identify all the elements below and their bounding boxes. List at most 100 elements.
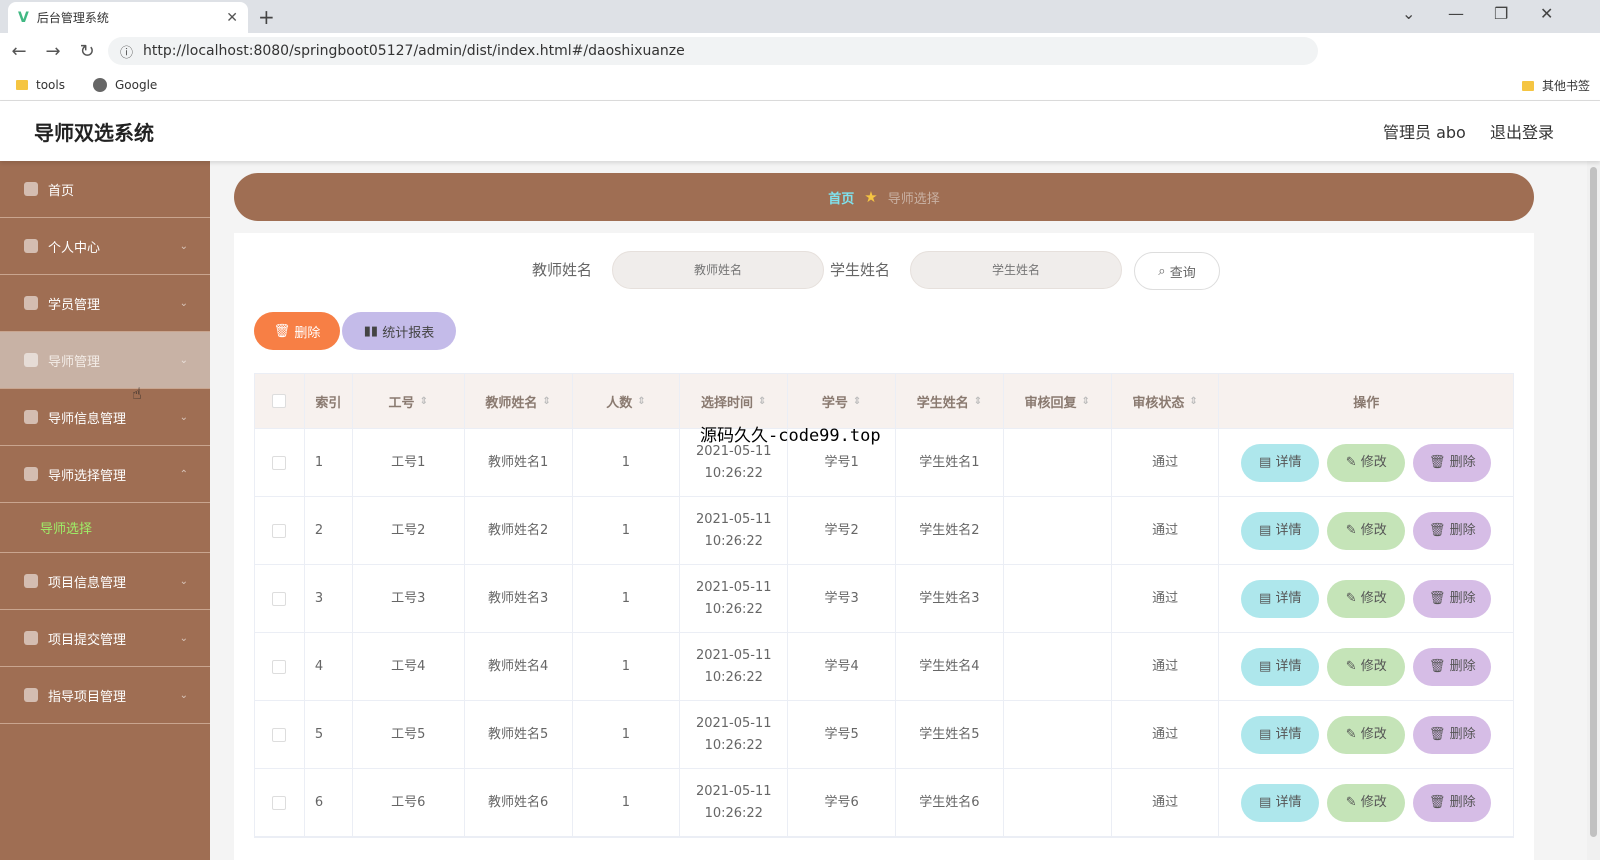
trash-icon: 🗑 bbox=[1428, 658, 1450, 674]
sidebar-item-label: 项目提交管理 bbox=[48, 632, 127, 648]
row-select-cell bbox=[255, 701, 305, 768]
table-row: 1 工号1 教师姓名1 1 2021-05-11 10:26:22 学号1 学生姓名1 通过 ▤ … bbox=[255, 429, 1513, 497]
edit-button[interactable]: ✎ 修改 bbox=[1327, 647, 1406, 686]
row-checkbox[interactable] bbox=[272, 455, 287, 470]
bookmark-google[interactable]: Google bbox=[92, 77, 157, 92]
tab-search-icon[interactable]: ⌄ bbox=[1402, 4, 1415, 23]
col-header-reply[interactable]: 审核回复 ⇕ bbox=[1004, 374, 1112, 428]
close-tab-icon[interactable]: ✕ bbox=[226, 10, 238, 26]
chevron-down-icon: ⌄ bbox=[179, 354, 188, 366]
sidebar-item-project-info[interactable]: 项目信息管理 ⌄ bbox=[0, 553, 210, 610]
maximize-icon[interactable]: ❐ bbox=[1494, 4, 1508, 23]
sidebar-item-tutor-info[interactable]: 导师信息管理 ⌄ bbox=[0, 389, 210, 446]
row-delete-button[interactable]: 🗑 删除 bbox=[1413, 579, 1492, 618]
sort-icon[interactable]: ⇕ bbox=[758, 396, 766, 407]
scrollbar-thumb[interactable] bbox=[1590, 167, 1597, 837]
edit-button[interactable]: ✎ 修改 bbox=[1327, 443, 1406, 482]
sidebar-item-label: 个人中心 bbox=[48, 240, 101, 256]
header-label: 选择时间 bbox=[701, 395, 754, 411]
sort-icon[interactable]: ⇕ bbox=[853, 396, 861, 407]
sidebar-item-profile[interactable]: 个人中心 ⌄ bbox=[0, 218, 210, 275]
edit-button[interactable]: ✎ 修改 bbox=[1327, 783, 1406, 822]
detail-button[interactable]: ▤ 详情 bbox=[1241, 647, 1320, 686]
edit-label: 修改 bbox=[1360, 522, 1387, 538]
stats-label: 统计报表 bbox=[382, 325, 435, 341]
sidebar-item-tutor-selection-mgmt[interactable]: 导师选择管理 ⌃ bbox=[0, 446, 210, 503]
new-tab-icon[interactable]: + bbox=[258, 5, 275, 29]
row-delete-button[interactable]: 🗑 删除 bbox=[1413, 715, 1492, 754]
back-icon[interactable]: ← bbox=[4, 41, 34, 62]
sort-icon[interactable]: ⇕ bbox=[1082, 396, 1090, 407]
vue-logo-icon: V bbox=[18, 9, 29, 26]
pencil-icon: ✎ bbox=[1345, 522, 1361, 538]
row-delete-button[interactable]: 🗑 删除 bbox=[1413, 443, 1492, 482]
col-header-time[interactable]: 选择时间 ⇕ bbox=[680, 374, 789, 428]
row-delete-button[interactable]: 🗑 删除 bbox=[1413, 783, 1492, 822]
stats-report-button[interactable]: ▮▮ 统计报表 bbox=[342, 312, 456, 350]
detail-button[interactable]: ▤ 详情 bbox=[1241, 511, 1320, 550]
student-name-input[interactable] bbox=[910, 251, 1122, 289]
cell-status: 通过 bbox=[1112, 429, 1220, 496]
row-checkbox[interactable] bbox=[272, 659, 287, 674]
cell-student: 学生姓名5 bbox=[896, 701, 1004, 768]
sort-icon[interactable]: ⇕ bbox=[420, 396, 428, 407]
list-icon bbox=[24, 467, 38, 481]
url-field[interactable]: ⓘ http://localhost:8080/springboot05127/… bbox=[108, 37, 1318, 65]
row-delete-button[interactable]: 🗑 删除 bbox=[1413, 647, 1492, 686]
row-checkbox[interactable] bbox=[272, 591, 287, 606]
chevron-down-icon: ⌄ bbox=[179, 297, 188, 309]
detail-button[interactable]: ▤ 详情 bbox=[1241, 783, 1320, 822]
col-header-status[interactable]: 审核状态 ⇕ bbox=[1112, 374, 1220, 428]
sidebar-subitem-tutor-selection[interactable]: 导师选择 bbox=[0, 503, 210, 553]
logout-link[interactable]: 退出登录 bbox=[1490, 119, 1554, 143]
delete-label: 删除 bbox=[1449, 522, 1476, 538]
detail-button[interactable]: ▤ 详情 bbox=[1241, 443, 1320, 482]
detail-label: 详情 bbox=[1275, 590, 1302, 606]
page-scrollbar[interactable] bbox=[1587, 161, 1600, 860]
sort-icon[interactable]: ⇕ bbox=[1189, 396, 1197, 407]
chevron-down-icon: ⌄ bbox=[179, 411, 188, 423]
row-delete-button[interactable]: 🗑 删除 bbox=[1413, 511, 1492, 550]
col-header-student-no[interactable]: 学号 ⇕ bbox=[788, 374, 896, 428]
cell-job-no: 工号5 bbox=[353, 701, 465, 768]
col-header-count[interactable]: 人数 ⇕ bbox=[573, 374, 681, 428]
select-all-checkbox[interactable] bbox=[272, 394, 287, 408]
col-header-teacher[interactable]: 教师姓名 ⇕ bbox=[465, 374, 573, 428]
cell-student-no: 学号2 bbox=[788, 497, 896, 564]
sidebar-item-students[interactable]: 学员管理 ⌄ bbox=[0, 275, 210, 332]
sidebar-item-home[interactable]: 首页 bbox=[0, 161, 210, 218]
sort-icon[interactable]: ⇕ bbox=[542, 396, 550, 407]
mouse-cursor-icon: ☝ bbox=[132, 384, 142, 403]
reload-icon[interactable]: ↻ bbox=[72, 41, 102, 62]
col-header-student[interactable]: 学生姓名 ⇕ bbox=[896, 374, 1004, 428]
close-window-icon[interactable]: ✕ bbox=[1540, 4, 1553, 23]
sort-icon[interactable]: ⇕ bbox=[637, 396, 645, 407]
sort-icon[interactable]: ⇕ bbox=[974, 396, 982, 407]
minimize-icon[interactable]: — bbox=[1448, 4, 1464, 23]
forward-icon[interactable]: → bbox=[38, 41, 68, 62]
row-checkbox[interactable] bbox=[272, 795, 287, 810]
cell-reply bbox=[1004, 429, 1112, 496]
teacher-name-input[interactable] bbox=[612, 251, 824, 289]
col-header-job-no[interactable]: 工号 ⇕ bbox=[353, 374, 465, 428]
query-button[interactable]: ⌕ 查询 bbox=[1134, 252, 1220, 290]
row-checkbox[interactable] bbox=[272, 523, 287, 538]
sidebar-item-project-submit[interactable]: 项目提交管理 ⌄ bbox=[0, 610, 210, 667]
row-select-cell bbox=[255, 769, 305, 836]
batch-delete-button[interactable]: 🗑 删除 bbox=[254, 312, 340, 350]
edit-button[interactable]: ✎ 修改 bbox=[1327, 579, 1406, 618]
site-info-icon[interactable]: ⓘ bbox=[120, 42, 133, 61]
row-checkbox[interactable] bbox=[272, 727, 287, 742]
detail-label: 详情 bbox=[1275, 522, 1302, 538]
sidebar-item-guided-projects[interactable]: 指导项目管理 ⌄ bbox=[0, 667, 210, 724]
sidebar-item-tutors[interactable]: 导师管理 ⌄ bbox=[0, 332, 210, 389]
edit-button[interactable]: ✎ 修改 bbox=[1327, 511, 1406, 550]
detail-button[interactable]: ▤ 详情 bbox=[1241, 579, 1320, 618]
breadcrumb-home[interactable]: 首页 bbox=[828, 188, 854, 207]
browser-tab[interactable]: V 后台管理系统 ✕ bbox=[8, 2, 248, 33]
detail-button[interactable]: ▤ 详情 bbox=[1241, 715, 1320, 754]
edit-button[interactable]: ✎ 修改 bbox=[1327, 715, 1406, 754]
bookmark-tools[interactable]: tools bbox=[16, 78, 65, 92]
other-bookmarks[interactable]: 其他书签 bbox=[1521, 77, 1590, 94]
delete-label: 删除 bbox=[294, 325, 321, 341]
